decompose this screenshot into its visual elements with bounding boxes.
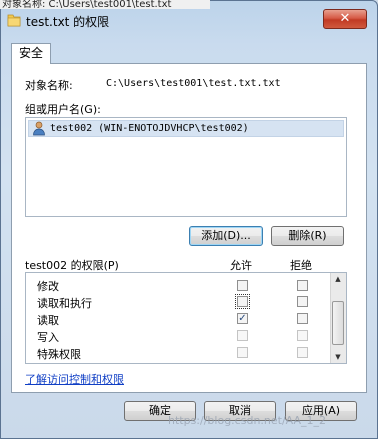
group-item-label: test002 (WIN-ENOTOJDVHCP\test002)	[50, 123, 249, 134]
background-window-text: 对象名称: C:\Users\test001\test.txt	[0, 0, 210, 9]
allow-checkbox[interactable]	[237, 330, 248, 341]
tab-security[interactable]: 安全	[11, 43, 51, 64]
deny-checkbox[interactable]	[297, 280, 308, 291]
folder-icon	[7, 14, 21, 27]
add-button[interactable]: 添加(D)...	[189, 226, 263, 246]
permission-name: 特殊权限	[37, 348, 81, 361]
deny-checkbox[interactable]	[297, 347, 308, 358]
permission-name: 读取	[37, 314, 59, 327]
allow-header: 允许	[230, 259, 252, 272]
user-icon	[33, 121, 45, 136]
scroll-down-icon[interactable]: ▼	[330, 353, 346, 361]
object-name-label: 对象名称:	[25, 79, 73, 92]
allow-checkbox[interactable]	[235, 294, 250, 309]
deny-header: 拒绝	[290, 259, 312, 272]
scroll-up-icon[interactable]: ▲	[330, 275, 346, 283]
permission-name: 读取和执行	[37, 297, 92, 310]
window-title: test.txt 的权限	[26, 15, 110, 29]
object-name-value: C:\Users\test001\test.txt.txt	[106, 78, 281, 89]
help-link[interactable]: 了解访问控制和权限	[25, 371, 124, 387]
permission-name: 写入	[37, 331, 59, 344]
close-button[interactable]: ✕	[323, 9, 367, 29]
permission-name: 修改	[37, 280, 59, 293]
allow-checkbox[interactable]	[237, 280, 248, 291]
permissions-label: test002 的权限(P)	[25, 259, 119, 272]
scrollbar-thumb[interactable]	[332, 301, 344, 345]
deny-checkbox[interactable]	[297, 313, 308, 324]
deny-checkbox[interactable]	[297, 296, 308, 307]
allow-checkbox[interactable]	[237, 347, 248, 358]
remove-button[interactable]: 删除(R)	[271, 226, 344, 246]
watermark: https://blog.csdn.net/AA_1_2	[168, 414, 327, 427]
deny-checkbox[interactable]	[297, 330, 308, 341]
allow-checkbox[interactable]: ✓	[237, 313, 248, 324]
groups-label: 组或用户名(G):	[25, 103, 101, 116]
